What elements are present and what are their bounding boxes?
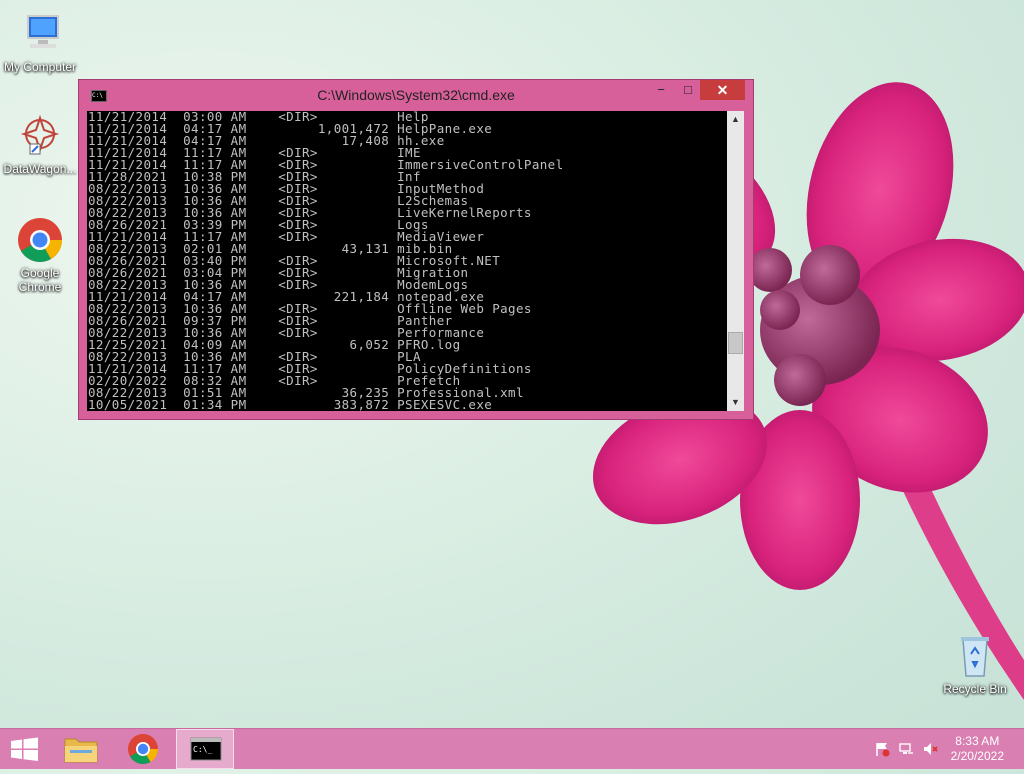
clock-date: 2/20/2022	[950, 749, 1004, 763]
network-icon[interactable]	[898, 741, 914, 757]
cmd-window[interactable]: C:\ C:\Windows\System32\cmd.exe − □ ✕ 11…	[78, 79, 754, 420]
scroll-up-arrow-icon[interactable]: ▲	[727, 111, 744, 128]
desktop-icon-recycle-bin[interactable]: Recycle Bin	[935, 632, 1015, 696]
close-button[interactable]: ✕	[700, 80, 745, 100]
taskbar-clock[interactable]: 8:33 AM 2/20/2022	[951, 734, 1004, 764]
desktop-icon-label: DataWagon...	[3, 162, 77, 176]
title-bar[interactable]: C:\ C:\Windows\System32\cmd.exe − □ ✕	[79, 80, 753, 110]
start-button[interactable]	[0, 729, 58, 769]
taskbar: C:\_ 8:33 AM 2/20/2022	[0, 728, 1024, 769]
clock-time: 8:33 AM	[955, 734, 1000, 748]
taskbar-chrome[interactable]	[114, 729, 172, 769]
scroll-down-arrow-icon[interactable]: ▼	[727, 394, 744, 411]
desktop-icon-google-chrome[interactable]: Google Chrome	[0, 216, 80, 294]
datawagon-icon	[16, 112, 64, 160]
console-output[interactable]: 11/21/2014 03:00 AM <DIR> Help 11/21/2014…	[87, 111, 727, 411]
desktop-icon-label: My Computer	[3, 60, 77, 74]
taskbar-cmd[interactable]: C:\_	[176, 729, 234, 769]
action-center-flag-icon[interactable]	[874, 741, 890, 757]
console-lines: 11/21/2014 03:00 AM <DIR> Help 11/21/2014…	[87, 111, 727, 411]
desktop-icon-my-computer[interactable]: My Computer	[0, 10, 80, 74]
vertical-scrollbar[interactable]: ▲ ▼	[727, 111, 744, 411]
volume-muted-icon[interactable]	[922, 741, 938, 757]
svg-text:C:\_: C:\_	[193, 745, 212, 754]
desktop-icon-label: Google Chrome	[18, 266, 62, 294]
computer-icon	[16, 10, 64, 58]
chrome-icon	[16, 216, 64, 264]
recycle-bin-icon	[951, 632, 999, 680]
cmd-taskbar-icon: C:\_	[190, 737, 222, 761]
console-line: 10/05/2021 01:34 PM 383,872 PSEXESVC.exe	[88, 397, 493, 411]
file-explorer-icon	[64, 738, 98, 763]
desktop-icon-label: Recycle Bin	[943, 682, 1007, 696]
start-windows-icon	[11, 737, 38, 761]
taskbar-file-explorer[interactable]	[52, 729, 110, 769]
minimize-button[interactable]: −	[648, 80, 674, 100]
chrome-taskbar-icon	[128, 734, 158, 765]
scroll-thumb[interactable]	[728, 332, 743, 354]
desktop-icon-datawagon[interactable]: DataWagon...	[0, 112, 80, 176]
maximize-button[interactable]: □	[675, 80, 701, 100]
